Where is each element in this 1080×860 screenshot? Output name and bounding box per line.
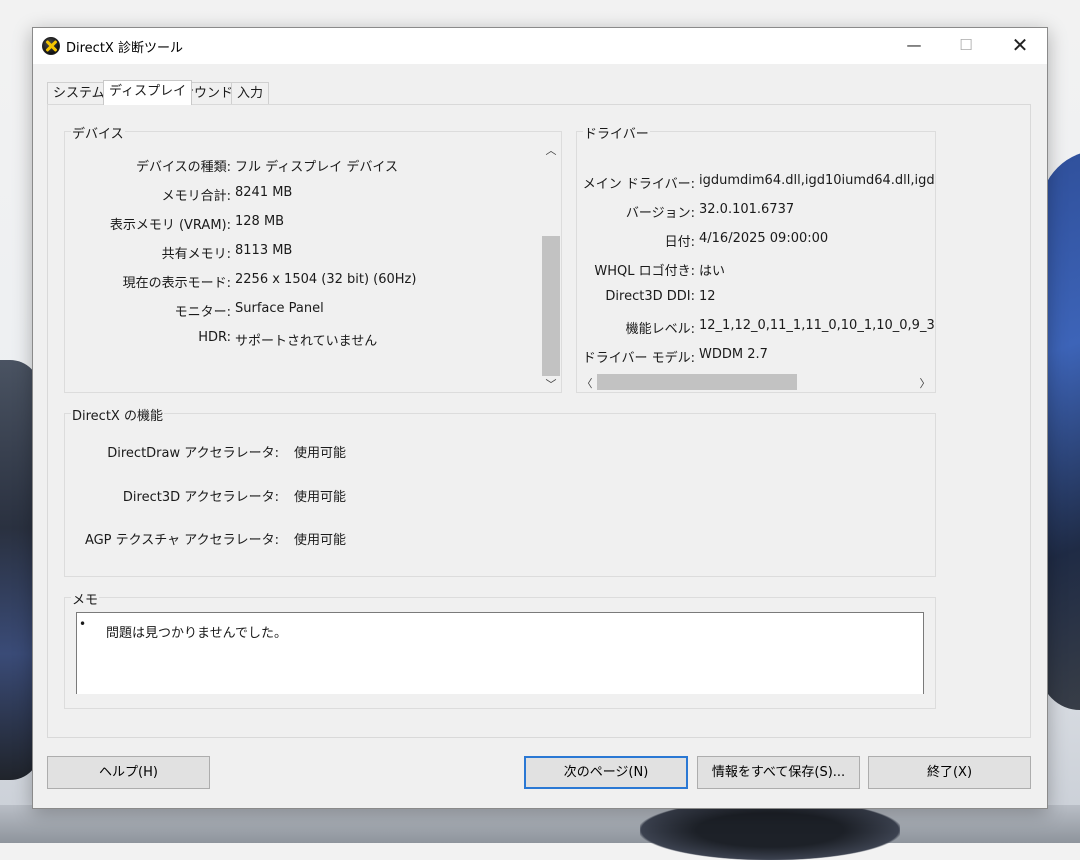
next-page-button[interactable]: 次のページ(N) [524, 756, 688, 789]
directdraw-value: 使用可能 [294, 446, 347, 461]
window-title: DirectX 診断ツール [66, 41, 183, 56]
device-vertical-scrollbar[interactable]: ︿ ﹀ [542, 140, 560, 392]
notes-textbox[interactable]: • 問題は見つかりませんでした。 [76, 612, 924, 694]
agp-texture-label: AGP テクスチャ アクセラレータ: [84, 533, 279, 548]
dxdiag-window: DirectX 診断ツール — ☐ ✕ システム ディスプレイ サウンド 入力 … [32, 27, 1048, 809]
total-memory-value: 8241 MB [235, 185, 293, 200]
directdraw-label: DirectDraw アクセラレータ: [107, 446, 279, 461]
tab-display[interactable]: ディスプレイ [103, 80, 193, 105]
hdr-value: サポートされていません [235, 334, 378, 349]
tab-content-panel: デバイス デバイスの種類: メモリ合計: 表示メモリ (VRAM): 共有メモリ… [47, 104, 1031, 738]
device-type-value: フル ディスプレイ デバイス [235, 160, 398, 175]
driver-group: ドライバー メイン ドライバー: バージョン: 日付: WHQL ロゴ付き: D… [576, 123, 936, 393]
display-mode-value: 2256 x 1504 (32 bit) (60Hz) [235, 272, 417, 287]
driver-date-value: 4/16/2025 09:00:00 [699, 231, 829, 246]
driver-model-label: ドライバー モデル: [582, 351, 695, 366]
device-group: デバイス デバイスの種類: メモリ合計: 表示メモリ (VRAM): 共有メモリ… [64, 123, 562, 393]
scroll-left-arrow-icon[interactable]: 〈 [579, 375, 595, 391]
driver-horizontal-scrollbar[interactable]: 〈 〉 [579, 373, 935, 391]
driver-version-value: 32.0.101.6737 [699, 202, 795, 217]
wallpaper-wheel [640, 800, 900, 860]
d3d-ddi-label: Direct3D DDI: [605, 289, 695, 304]
scroll-up-arrow-icon[interactable]: ︿ [542, 142, 560, 158]
exit-button[interactable]: 終了(X) [868, 756, 1031, 789]
vram-value: 128 MB [235, 214, 285, 229]
scroll-right-arrow-icon[interactable]: 〉 [917, 375, 933, 391]
tab-input[interactable]: 入力 [231, 82, 270, 104]
whql-label: WHQL ロゴ付き: [594, 264, 695, 279]
monitor-label: モニター: [174, 305, 231, 320]
direct3d-label: Direct3D アクセラレータ: [122, 490, 279, 505]
feature-levels-label: 機能レベル: [625, 322, 695, 337]
d3d-ddi-value: 12 [699, 289, 716, 304]
close-button[interactable]: ✕ [997, 28, 1043, 62]
notes-bullet: • [79, 617, 87, 631]
wallpaper-bottom [0, 805, 1080, 843]
maximize-button[interactable]: ☐ [943, 28, 989, 62]
shared-memory-label: 共有メモリ: [161, 247, 231, 262]
notes-title: メモ [71, 589, 100, 608]
scroll-down-arrow-icon[interactable]: ﹀ [542, 376, 560, 392]
main-driver-value: igdumdim64.dll,igd10iumd64.dll,igd10 [699, 173, 935, 188]
device-type-label: デバイスの種類: [136, 160, 231, 175]
directx-app-icon [42, 37, 60, 55]
feature-levels-value: 12_1,12_0,11_1,11_0,10_1,10_0,9_3,9_2 [699, 318, 935, 333]
notes-group: メモ • 問題は見つかりませんでした。 [64, 589, 936, 709]
save-all-info-button[interactable]: 情報をすべて保存(S)... [697, 756, 860, 789]
hdr-label: HDR: [198, 330, 231, 345]
main-driver-label: メイン ドライバー: [582, 177, 695, 192]
monitor-value: Surface Panel [235, 301, 324, 316]
whql-value: はい [699, 264, 726, 279]
notes-text: 問題は見つかりませんでした。 [106, 626, 287, 641]
direct3d-value: 使用可能 [294, 490, 347, 505]
help-button[interactable]: ヘルプ(H) [47, 756, 210, 789]
agp-texture-value: 使用可能 [294, 533, 347, 548]
display-mode-label: 現在の表示モード: [122, 276, 231, 291]
vram-label: 表示メモリ (VRAM): [109, 218, 231, 233]
driver-version-label: バージョン: [625, 206, 695, 221]
driver-scroll-thumb[interactable] [597, 374, 797, 390]
tab-system[interactable]: システム [47, 82, 111, 104]
total-memory-label: メモリ合計: [161, 189, 231, 204]
shared-memory-value: 8113 MB [235, 243, 293, 258]
device-scroll-thumb[interactable] [542, 236, 560, 376]
driver-date-label: 日付: [664, 235, 695, 250]
driver-model-value: WDDM 2.7 [699, 347, 768, 362]
title-bar[interactable]: DirectX 診断ツール — ☐ ✕ [33, 28, 1047, 64]
directx-features-group: DirectX の機能 DirectDraw アクセラレータ: Direct3D… [64, 405, 936, 577]
minimize-button[interactable]: — [891, 28, 937, 62]
